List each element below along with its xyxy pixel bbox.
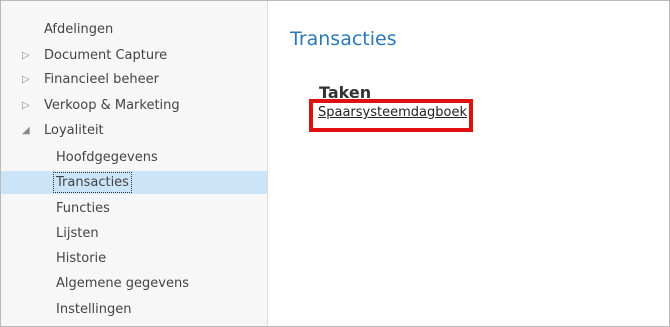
nav-item-label: Financieel beheer [44,72,159,87]
nav-item-label: Transacties [53,172,132,193]
nav-item-label: Afdelingen [44,22,114,37]
nav-item-transacties[interactable]: Transacties [1,171,267,194]
nav-item-document-capture[interactable]: ▷ Document Capture [1,44,267,67]
nav-item-label: Document Capture [44,48,168,63]
nav-item-label: Algemene gegevens [56,276,189,291]
content-pane: Transacties Taken Spaarsysteemdagboek [268,1,669,326]
nav-item-lijsten[interactable]: Lijsten [1,222,267,245]
nav-item-label: Instellingen [56,302,132,317]
nav-item-financieel-beheer[interactable]: ▷ Financieel beheer [1,68,267,91]
nav-item-verkoop-marketing[interactable]: ▷ Verkoop & Marketing [1,94,267,117]
nav-item-label: Historie [56,251,107,266]
nav-item-algemene-gegevens[interactable]: Algemene gegevens [1,272,267,295]
nav-item-label: Loyaliteit [44,123,104,138]
window-frame: Afdelingen ▷ Document Capture ▷ Financie… [0,0,670,327]
nav-item-instellingen[interactable]: Instellingen [1,298,267,321]
nav-item-afdelingen[interactable]: Afdelingen [1,18,267,41]
spaarsysteemdagboek-link[interactable]: Spaarsysteemdagboek [318,105,467,120]
nav-item-label: Hoofdgegevens [56,150,158,165]
collapse-arrow-icon[interactable]: ◢ [22,119,30,142]
nav-item-historie[interactable]: Historie [1,247,267,270]
nav-item-label: Functies [56,201,110,216]
nav-item-loyaliteit[interactable]: ◢ Loyaliteit [1,119,267,142]
expand-arrow-icon[interactable]: ▷ [22,44,30,67]
nav-item-label: Lijsten [56,226,99,241]
expand-arrow-icon[interactable]: ▷ [22,68,30,91]
nav-item-label: Verkoop & Marketing [44,98,180,113]
page-title: Transacties [290,28,397,50]
nav-item-hoofdgegevens[interactable]: Hoofdgegevens [1,146,267,169]
highlight-box: Spaarsysteemdagboek [309,99,473,132]
nav-item-functies[interactable]: Functies [1,197,267,220]
navigation-pane: Afdelingen ▷ Document Capture ▷ Financie… [1,1,267,326]
expand-arrow-icon[interactable]: ▷ [22,94,30,117]
